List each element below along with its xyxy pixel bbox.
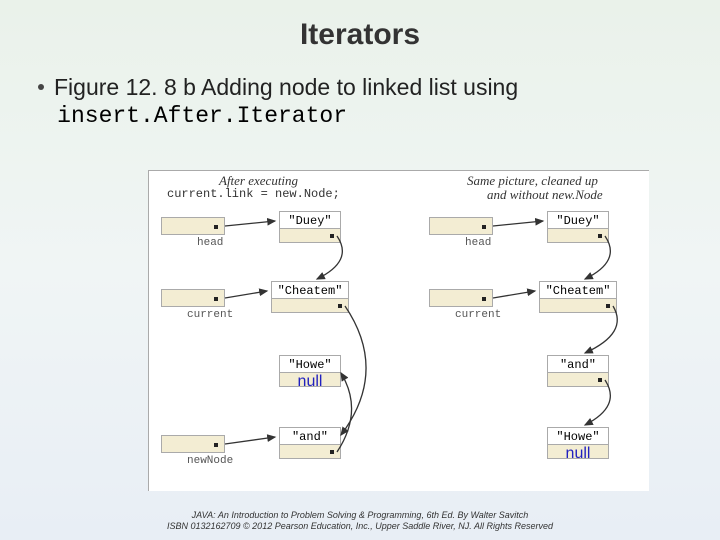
bullet-code: insert.After.Iterator (57, 103, 347, 129)
figure-area: After executing current.link = new.Node;… (148, 170, 649, 491)
bullet-dot (38, 84, 44, 90)
footer-line1: JAVA: An Introduction to Problem Solving… (192, 510, 529, 520)
slide-title: Iterators (0, 0, 720, 52)
bullet-item: Figure 12. 8 b Adding node to linked lis… (38, 74, 720, 129)
footer: JAVA: An Introduction to Problem Solving… (0, 510, 720, 532)
footer-line2: ISBN 0132162709 © 2012 Pearson Education… (167, 521, 553, 531)
diagram-arrows (149, 171, 649, 491)
bullet-text: Figure 12. 8 b Adding node to linked lis… (54, 74, 518, 100)
